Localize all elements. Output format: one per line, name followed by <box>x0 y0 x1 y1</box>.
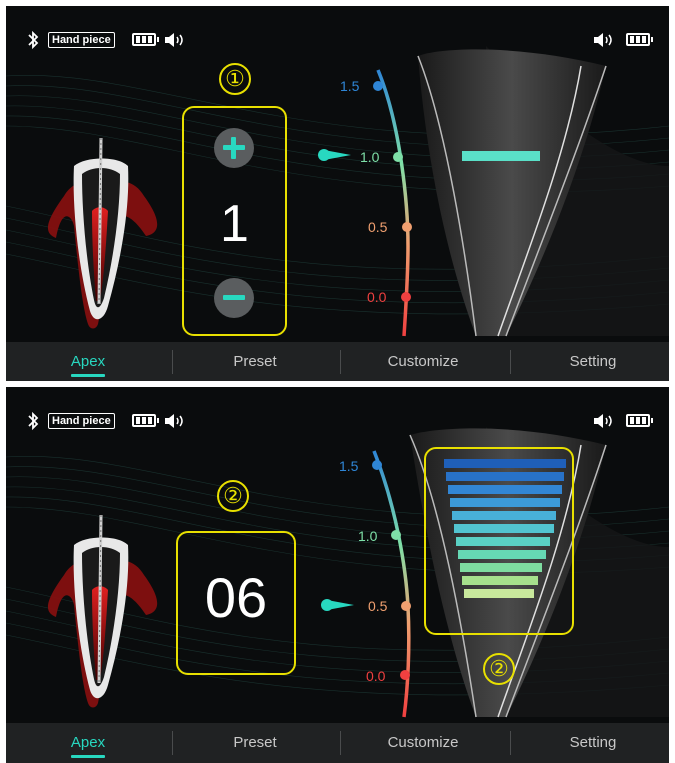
tab-preset[interactable]: Preset <box>173 342 337 381</box>
background-waves <box>6 46 669 337</box>
tooth-icon <box>47 137 158 329</box>
handpiece-badge: Hand piece <box>48 32 115 48</box>
decrease-button[interactable] <box>214 278 254 318</box>
scale-label: 1.5 <box>340 78 360 94</box>
scale-label: 0.5 <box>368 598 388 614</box>
speaker-icon[interactable] <box>593 413 615 429</box>
scale-label: 1.0 <box>360 149 380 165</box>
scale-label: 1.0 <box>358 528 378 544</box>
apex-screen-2: Hand piece ② 06 ② 1.5 1.0 0.5 0.0 Apex P… <box>6 387 669 763</box>
battery-icon <box>626 414 653 427</box>
callout-number: ② <box>483 653 515 685</box>
scale-label: 1.5 <box>339 458 359 474</box>
tab-customize[interactable]: Customize <box>341 342 505 381</box>
tab-customize[interactable]: Customize <box>341 723 505 763</box>
tab-setting[interactable]: Setting <box>511 342 669 381</box>
status-bar: Hand piece <box>6 30 669 56</box>
tab-bar: Apex Preset Customize Setting <box>6 723 669 763</box>
speaker-icon <box>165 414 183 428</box>
tab-preset[interactable]: Preset <box>173 723 337 763</box>
callout-number: ② <box>217 480 249 512</box>
battery-icon <box>132 414 159 427</box>
tab-setting[interactable]: Setting <box>511 723 669 763</box>
callout-number: ① <box>219 63 251 95</box>
scale-label: 0.0 <box>366 668 386 684</box>
tab-apex[interactable]: Apex <box>6 342 170 381</box>
handpiece-badge: Hand piece <box>48 413 115 429</box>
speaker-icon[interactable] <box>593 32 615 48</box>
bluetooth-icon <box>28 30 39 50</box>
increase-button[interactable] <box>214 128 254 168</box>
bluetooth-icon <box>28 411 39 431</box>
scale-label: 0.5 <box>368 219 388 235</box>
tooth-icon <box>47 514 158 708</box>
file-size-value: 06 <box>204 566 268 629</box>
speaker-icon <box>165 33 183 47</box>
tab-apex[interactable]: Apex <box>6 723 170 763</box>
apex-value: 1 <box>220 195 249 253</box>
battery-icon <box>132 33 159 46</box>
tab-bar: Apex Preset Customize Setting <box>6 342 669 381</box>
status-bar: Hand piece <box>6 411 669 437</box>
apex-screen-1: Hand piece ① 1 1.5 1.0 0.5 0.0 Apex Pres… <box>6 6 669 381</box>
battery-icon <box>626 33 653 46</box>
scale-label: 0.0 <box>367 289 387 305</box>
level-callout-box <box>424 447 574 635</box>
minus-icon <box>223 295 245 300</box>
